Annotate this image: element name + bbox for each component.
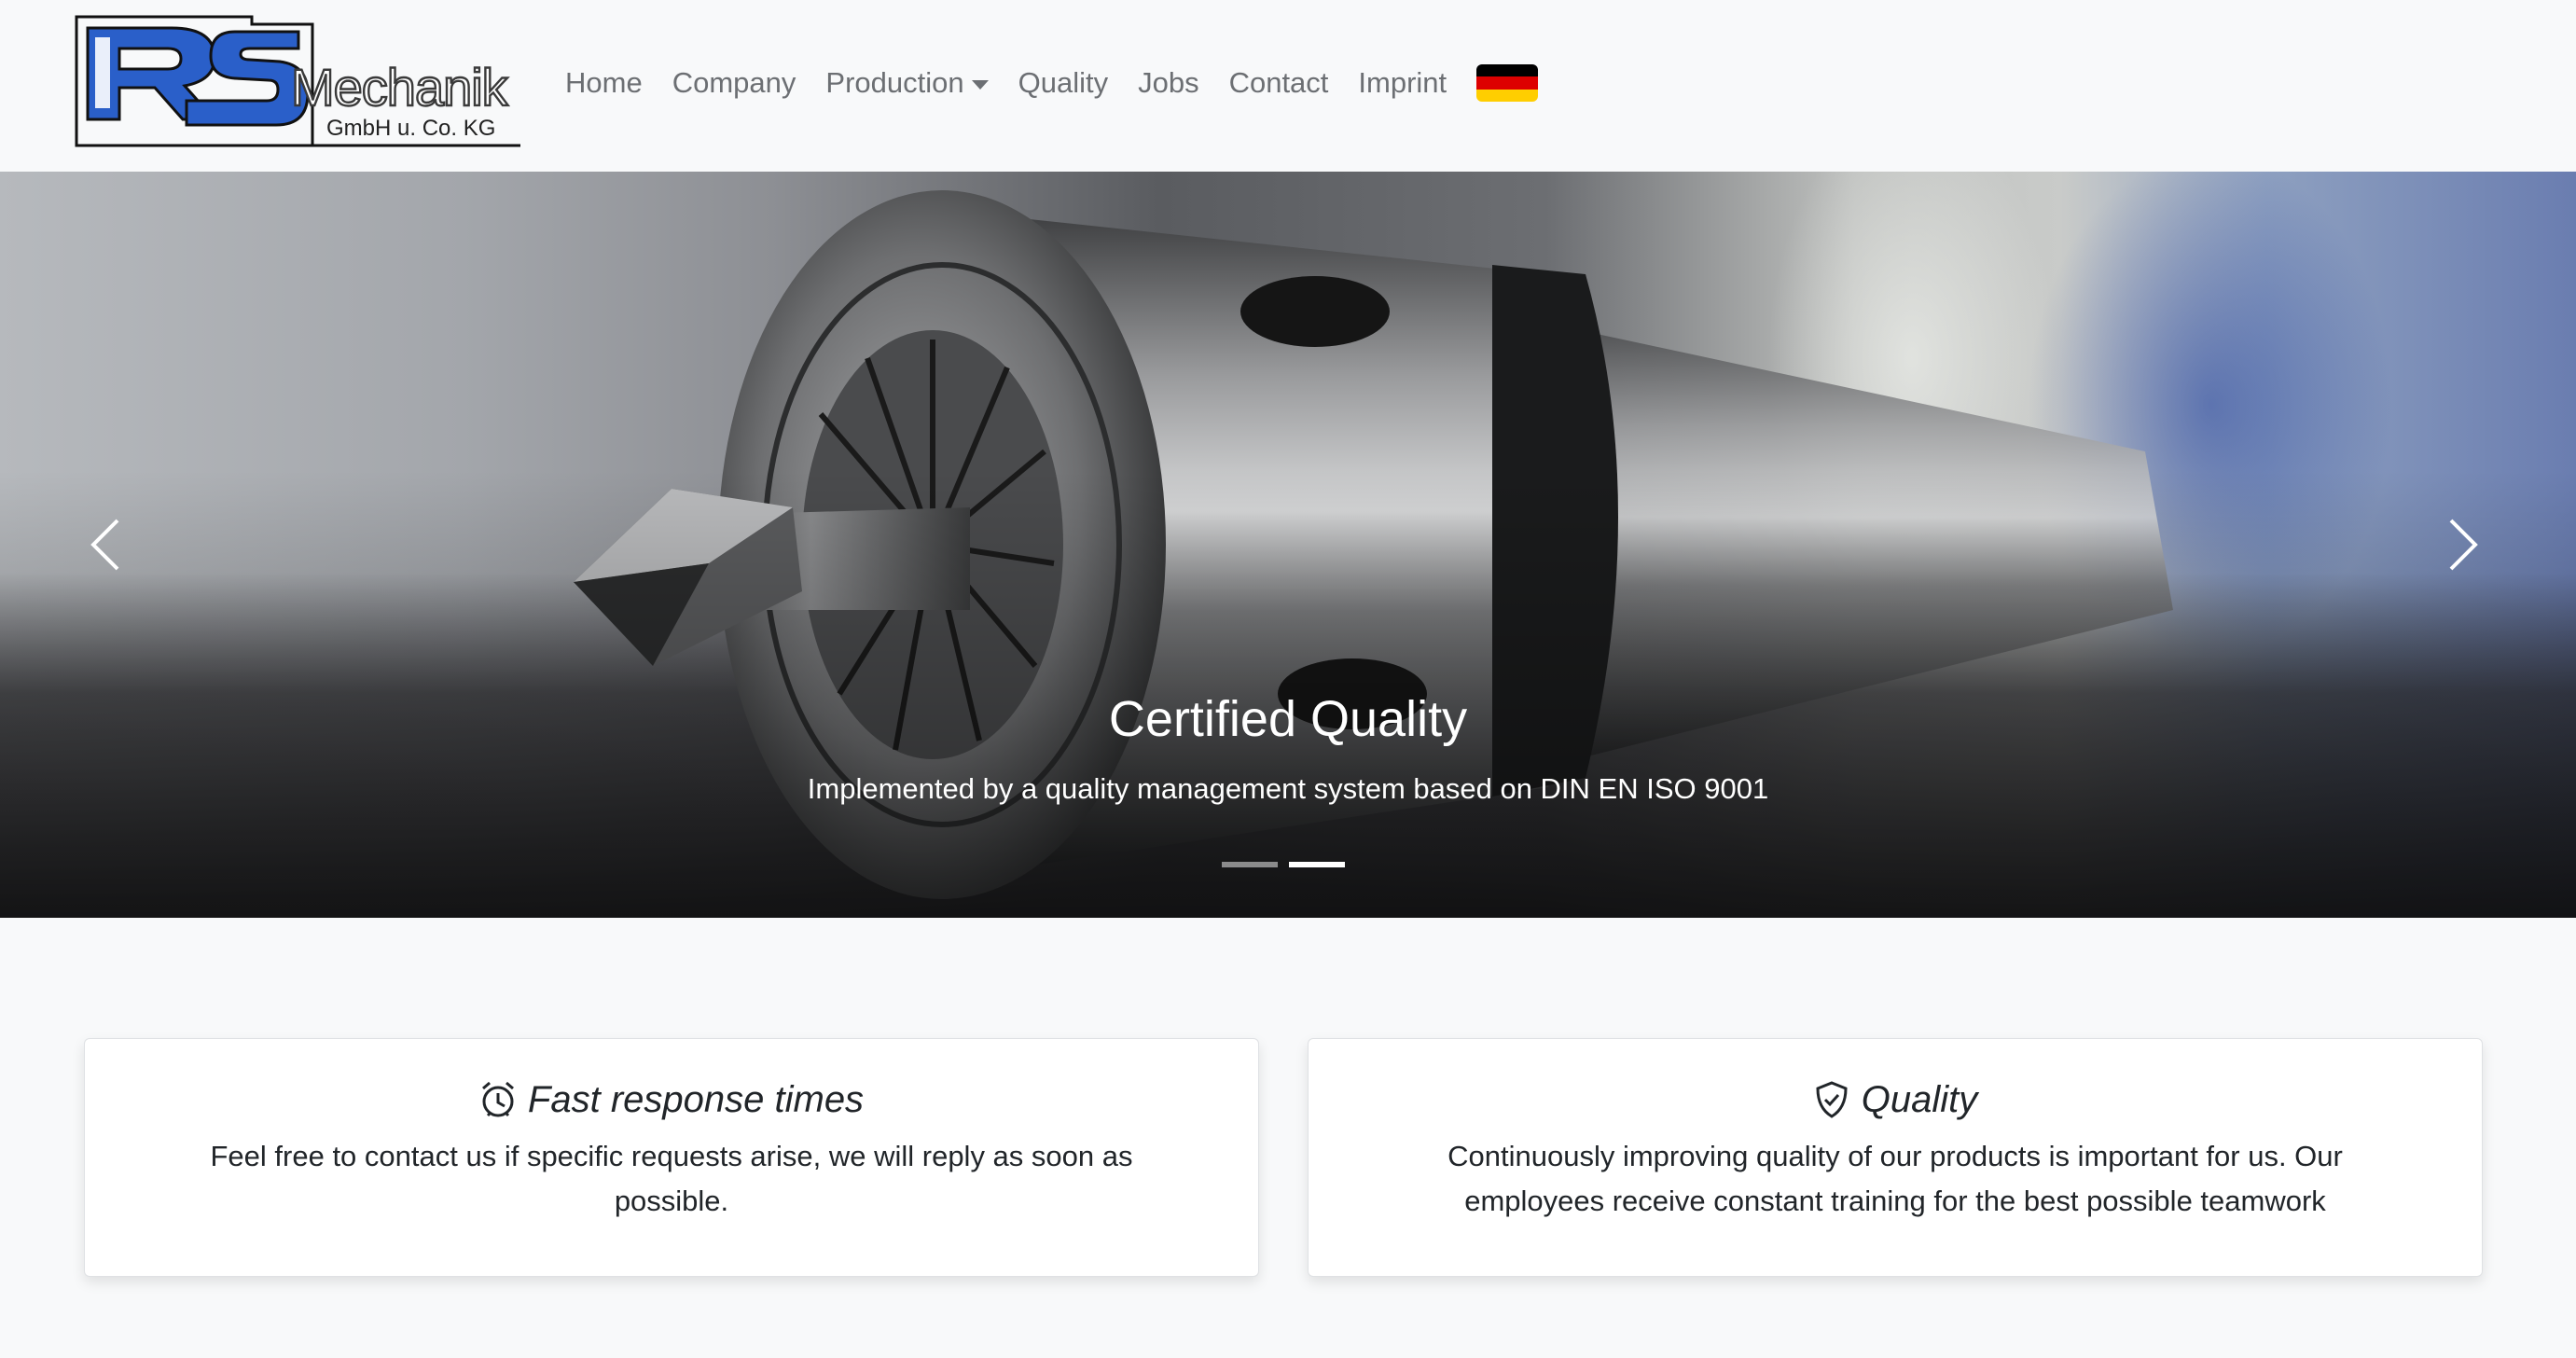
carousel-prev-button[interactable] [80, 515, 136, 575]
nav-production-label: Production [825, 66, 964, 99]
nav-imprint[interactable]: Imprint [1343, 62, 1461, 104]
carousel-indicators [1222, 862, 1345, 867]
logo-subtitle: GmbH u. Co. KG [326, 116, 496, 141]
feature-title-row: Quality [1309, 1076, 2482, 1123]
logo-wordmark: Mechanik [290, 58, 509, 117]
nav-home[interactable]: Home [550, 62, 658, 104]
chevron-right-icon [2449, 519, 2478, 571]
slide-title: Certified Quality [1108, 691, 1468, 747]
feature-card-quality: Quality Continuously improving quality o… [1308, 1038, 2483, 1277]
flag-stripe-gold [1476, 89, 1539, 102]
navbar: Mechanik GmbH u. Co. KG Home Company Pro… [0, 0, 2576, 172]
nav-quality[interactable]: Quality [1004, 62, 1123, 104]
feature-text: Feel free to contact us if specific requ… [210, 1140, 1133, 1217]
nav-contact[interactable]: Contact [1214, 62, 1344, 104]
alarm-clock-icon [481, 1081, 514, 1117]
nav-company[interactable]: Company [658, 62, 811, 104]
hero-carousel: Certified Quality Implemented by a quali… [0, 172, 2576, 918]
chevron-left-icon [90, 519, 119, 571]
feature-title: Quality [1861, 1079, 1978, 1120]
carousel-indicator-1[interactable] [1222, 862, 1278, 867]
carousel-next-button[interactable] [2432, 515, 2488, 575]
nav-production-dropdown[interactable]: Production [810, 62, 1003, 104]
feature-title-row: Fast response times [85, 1076, 1258, 1123]
germany-flag-icon[interactable] [1476, 64, 1539, 102]
carousel-indicator-2[interactable] [1289, 862, 1345, 867]
flag-stripe-black [1476, 64, 1539, 77]
feature-card-response: Fast response times Feel free to contact… [84, 1038, 1259, 1277]
feature-text: Continuously improving quality of our pr… [1447, 1140, 2343, 1217]
company-logo[interactable]: Mechanik GmbH u. Co. KG [75, 15, 522, 151]
main-navigation: Home Company Production Quality Jobs Con… [550, 62, 1539, 104]
slide-text: Implemented by a quality management syst… [807, 772, 1769, 805]
feature-title: Fast response times [527, 1079, 865, 1120]
nav-jobs[interactable]: Jobs [1123, 62, 1213, 104]
caret-down-icon [971, 79, 989, 90]
flag-stripe-red [1476, 76, 1539, 90]
shield-check-icon [1816, 1081, 1848, 1118]
